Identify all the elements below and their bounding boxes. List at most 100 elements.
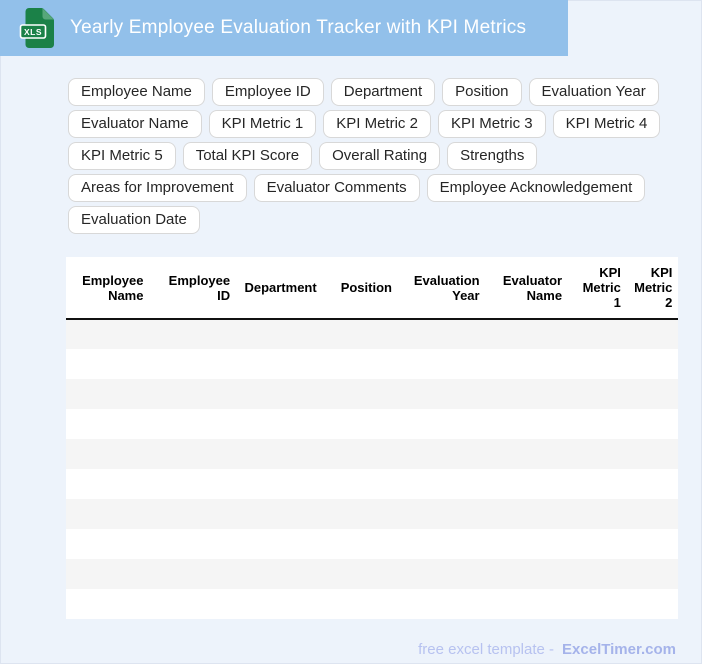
table-row [66,559,678,589]
column-header: Evaluator Name [484,257,568,320]
table-row [66,409,678,439]
table-cell [322,349,397,379]
table-cell [322,439,397,469]
table-cell [397,319,485,349]
table-cell [677,559,678,589]
table-body [66,319,678,619]
template-preview-table: Employee Name Employee ID Department Positi… [66,257,678,619]
table-cell [148,529,235,559]
table-cell [322,529,397,559]
table-cell [66,529,148,559]
table-cell [677,589,678,619]
table-cell [626,379,678,409]
table-cell [677,499,678,529]
column-header: Employee ID [148,257,236,320]
table-cell [235,409,322,439]
field-chip: KPI Metric 5 [68,142,176,170]
table-cell [485,529,567,559]
table-cell [567,319,626,349]
table-cell [148,469,235,499]
column-header: Evaluation Year [396,257,485,320]
table-cell [567,349,626,379]
table-cell [322,319,397,349]
field-chip: KPI Metric 2 [323,110,431,138]
table-cell [322,559,397,589]
field-chip: Department [330,78,436,106]
table-cell [567,499,626,529]
table-cell [397,439,485,469]
table-row [66,439,678,469]
table-row [66,379,678,409]
table-cell [322,379,397,409]
table-cell [485,499,567,529]
column-header: Employee Name [66,257,149,320]
table-cell [235,469,322,499]
column-header: Position [321,257,397,320]
table-cell [626,469,678,499]
svg-text:XLS: XLS [24,27,42,37]
table-row [66,469,678,499]
table-cell [677,349,678,379]
table-cell [677,409,678,439]
table-cell [626,589,678,619]
table-cell [397,379,485,409]
table-cell [677,379,678,409]
field-chip: Position [442,78,522,106]
field-chip: Overall Rating [319,142,441,170]
table-row [66,349,678,379]
table-cell [66,499,148,529]
table-cell [626,409,678,439]
table-cell [485,559,567,589]
table-cell [485,319,567,349]
field-chip: Areas for Improvement [68,174,247,202]
table-cell [485,439,567,469]
column-header: Department [235,257,322,320]
table-cell [485,379,567,409]
column-header: KPI Metric 2 [625,257,678,320]
footer: free excel template - ExcelTimer.com [0,641,676,658]
footer-brand-link[interactable]: ExcelTimer.com [562,641,676,658]
table-cell [567,589,626,619]
table-cell [66,439,148,469]
table-cell [485,409,567,439]
field-chip: KPI Metric 3 [437,110,546,138]
table-cell [397,409,485,439]
table-cell [235,529,322,559]
table-cell [397,529,485,559]
table-cell [677,529,678,559]
table-cell [397,349,485,379]
table-cell [567,529,626,559]
table-cell [66,589,148,619]
table-cell [148,349,235,379]
field-chip: Evaluation Date [68,206,200,234]
table-cell [235,589,322,619]
table-cell [677,439,678,469]
field-chip: Evaluator Name [68,110,202,138]
table-cell [485,469,567,499]
table-cell [626,529,678,559]
table-cell [235,499,322,529]
table-cell [148,499,235,529]
table-cell [485,349,567,379]
field-chip: Evaluation Year [528,78,659,106]
template-preview-table-container: Employee Name Employee ID Department Positi… [66,257,678,619]
title-bar: XLS Yearly Employee Evaluation Tracker w… [0,0,568,56]
field-chip: Employee Acknowledgement [426,174,646,202]
table-cell [567,559,626,589]
field-chip: Evaluator Comments [253,174,420,202]
table-cell [66,319,148,349]
table-cell [397,499,485,529]
table-cell [235,439,322,469]
table-cell [322,499,397,529]
table-cell [397,469,485,499]
table-cell [567,469,626,499]
table-cell [148,409,235,439]
table-row [66,529,678,559]
table-cell [567,379,626,409]
table-cell [626,349,678,379]
page-title: Yearly Employee Evaluation Tracker with … [70,17,527,38]
table-cell [626,499,678,529]
table-cell [66,469,148,499]
table-cell [677,469,678,499]
table-cell [66,559,148,589]
